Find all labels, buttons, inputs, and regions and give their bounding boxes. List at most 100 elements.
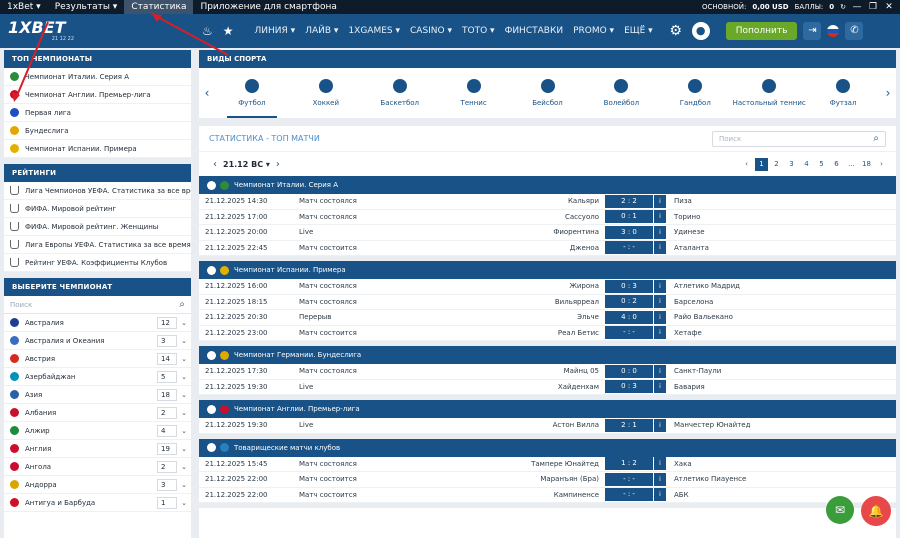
country-item[interactable]: Азия 18 ⌄ (4, 386, 191, 404)
search-icon[interactable]: ⌕ (873, 133, 879, 144)
info-icon[interactable]: i (654, 326, 666, 340)
match-row[interactable]: 21.12.2025 16:00 Матч состоялся Жирона 0 : … (199, 279, 896, 295)
country-item[interactable]: Албания 2 ⌄ (4, 404, 191, 422)
sidebar-top-item[interactable]: Чемпионат Испании. Примера (4, 140, 191, 158)
info-icon[interactable]: i (654, 488, 666, 502)
chat-icon[interactable]: ✉ (826, 496, 854, 524)
info-icon[interactable]: i (654, 310, 666, 324)
info-icon[interactable]: i (654, 418, 666, 432)
match-row[interactable]: 21.12.2025 22:00 Матч состоится Кампиненсе… (199, 488, 896, 503)
page-prev-icon[interactable]: ‹ (740, 158, 753, 171)
info-icon[interactable]: i (654, 241, 666, 255)
date-prev-icon[interactable]: ‹ (207, 159, 223, 170)
sport-tab[interactable]: Футзал (806, 68, 880, 118)
chevron-down-icon[interactable]: ⌄ (177, 427, 191, 435)
date-select[interactable]: 21.12 ВС ▾ (223, 160, 270, 169)
sport-tab[interactable]: Баскетбол (363, 68, 437, 118)
info-icon[interactable]: i (654, 457, 666, 471)
chevron-down-icon[interactable]: ⌄ (177, 463, 191, 471)
stats-search-input[interactable]: Поиск ⌕ (712, 130, 886, 147)
country-item[interactable]: Азербайджан 5 ⌄ (4, 368, 191, 386)
country-item[interactable]: Ангола 2 ⌄ (4, 458, 191, 476)
info-icon[interactable]: i (654, 472, 666, 486)
championship-search-input[interactable]: Поиск ⌕ (4, 296, 191, 314)
page-number[interactable]: 1 (755, 157, 768, 171)
sidebar-rating-item[interactable]: Лига Чемпионов УЕФА. Статистика за все в… (4, 182, 191, 200)
match-row[interactable]: 21.12.2025 20:30 Перерыв Эльче 4 : 0 i Райо В… (199, 310, 896, 326)
sidebar-top-item[interactable]: Бундеслига (4, 122, 191, 140)
sidebar-rating-item[interactable]: ФИФА. Мировой рейтинг (4, 200, 191, 218)
league-header[interactable]: Чемпионат Германии. Бундеслига (199, 346, 896, 364)
chevron-down-icon[interactable]: ⌄ (177, 481, 191, 489)
nav-1xgames[interactable]: 1XGAMES ▾ (343, 26, 405, 36)
league-header[interactable]: Чемпионат Испании. Примера (199, 261, 896, 279)
sport-tab[interactable]: Футбол (215, 68, 289, 118)
chevron-down-icon[interactable]: ⌄ (177, 391, 191, 399)
sport-tab[interactable]: Теннис (437, 68, 511, 118)
sidebar-rating-item[interactable]: Лига Европы УЕФА. Статистика за все врем… (4, 236, 191, 254)
country-item[interactable]: Антигуа и Барбуда 1 ⌄ (4, 494, 191, 512)
page-number[interactable]: 18 (860, 158, 873, 171)
nav-finstavki[interactable]: ФИНСТАВКИ (500, 26, 568, 36)
match-row[interactable]: 21.12.2025 22:00 Матч состоится Маранъян (… (199, 472, 896, 488)
page-number[interactable]: 6 (830, 158, 843, 171)
chevron-down-icon[interactable]: ⌄ (177, 409, 191, 417)
nav-toto[interactable]: ТОТО ▾ (457, 26, 500, 36)
league-header[interactable]: Чемпионат Италии. Серия А (199, 176, 896, 194)
match-row[interactable]: 21.12.2025 18:15 Матч состоялся Вильярреал… (199, 295, 896, 310)
match-row[interactable]: 21.12.2025 17:00 Матч состоялся Сассуоло 0 … (199, 210, 896, 225)
country-item[interactable]: Англия 19 ⌄ (4, 440, 191, 458)
info-icon[interactable]: i (654, 225, 666, 239)
nav-line[interactable]: ЛИНИЯ ▾ (250, 26, 301, 36)
user-icon[interactable]: ● (691, 22, 710, 40)
country-item[interactable]: Алжир 4 ⌄ (4, 422, 191, 440)
chevron-down-icon[interactable]: ⌄ (177, 319, 191, 327)
match-row[interactable]: 21.12.2025 15:45 Матч состоялся Тампере Юн… (199, 457, 896, 472)
sidebar-top-item[interactable]: Чемпионат Англии. Премьер-лига (4, 86, 191, 104)
page-number[interactable]: ... (845, 158, 858, 171)
sport-tab[interactable]: Хоккей (289, 68, 363, 118)
minimize-icon[interactable]: — (852, 2, 862, 12)
bell-icon[interactable]: 🔔 (861, 496, 891, 526)
gear-icon[interactable]: ⚙ (666, 21, 686, 41)
sport-tab[interactable]: Гандбол (658, 68, 732, 118)
info-icon[interactable]: i (654, 279, 666, 293)
page-number[interactable]: 4 (800, 158, 813, 171)
match-row[interactable]: 21.12.2025 19:30 Live Астон Вилла 2 : 1 i Ман… (199, 418, 896, 434)
chevron-down-icon[interactable]: ⌄ (177, 355, 191, 363)
page-number[interactable]: 5 (815, 158, 828, 171)
match-row[interactable]: 21.12.2025 17:30 Матч состоялся Майнц 05 0 … (199, 364, 896, 380)
chevron-down-icon[interactable]: ⌄ (177, 373, 191, 381)
menu-statistics[interactable]: Статистика (124, 0, 194, 14)
search-icon[interactable]: ⌕ (179, 299, 185, 310)
sidebar-rating-item[interactable]: Рейтинг УЕФА. Коэффициенты Клубов (4, 254, 191, 272)
page-next-icon[interactable]: › (875, 158, 888, 171)
date-next-icon[interactable]: › (270, 159, 286, 170)
sport-tab[interactable]: Настольный теннис (732, 68, 806, 118)
fire-icon[interactable]: ♨ (202, 24, 213, 38)
menu-1xbet[interactable]: 1xBet ▾ (0, 0, 48, 14)
match-row[interactable]: 21.12.2025 20:00 Live Фиорентина 3 : 0 i Удин… (199, 225, 896, 241)
brand-logo[interactable]: 1XBET 21 12 22 (8, 20, 74, 43)
country-item[interactable]: Австралия и Океания 3 ⌄ (4, 332, 191, 350)
match-row[interactable]: 21.12.2025 22:45 Матч состоится Дженоа - : … (199, 241, 896, 256)
info-icon[interactable]: i (654, 210, 666, 224)
chevron-left-icon[interactable]: ‹ (199, 86, 215, 100)
nav-casino[interactable]: CASINO ▾ (405, 26, 457, 36)
info-icon[interactable]: i (654, 295, 666, 309)
refresh-icon[interactable]: ↻ (840, 3, 846, 11)
sport-tab[interactable]: Волейбол (584, 68, 658, 118)
menu-mobile-app[interactable]: Приложение для смартфона (193, 0, 343, 14)
page-number[interactable]: 2 (770, 158, 783, 171)
flag-ru-icon[interactable] (827, 25, 840, 37)
sidebar-rating-item[interactable]: ФИФА. Мировой рейтинг. Женщины (4, 218, 191, 236)
logout-icon[interactable]: ⇥ (803, 22, 822, 40)
chevron-down-icon[interactable]: ⌄ (177, 445, 191, 453)
menu-results[interactable]: Результаты ▾ (48, 0, 125, 14)
deposit-button[interactable]: Пополнить (725, 22, 798, 40)
sidebar-top-item[interactable]: Первая лига (4, 104, 191, 122)
info-icon[interactable]: i (654, 194, 666, 208)
nav-live[interactable]: ЛАЙВ ▾ (300, 26, 343, 36)
match-row[interactable]: 21.12.2025 23:00 Матч состоится Реал Бетис… (199, 326, 896, 341)
info-icon[interactable]: i (654, 364, 666, 378)
